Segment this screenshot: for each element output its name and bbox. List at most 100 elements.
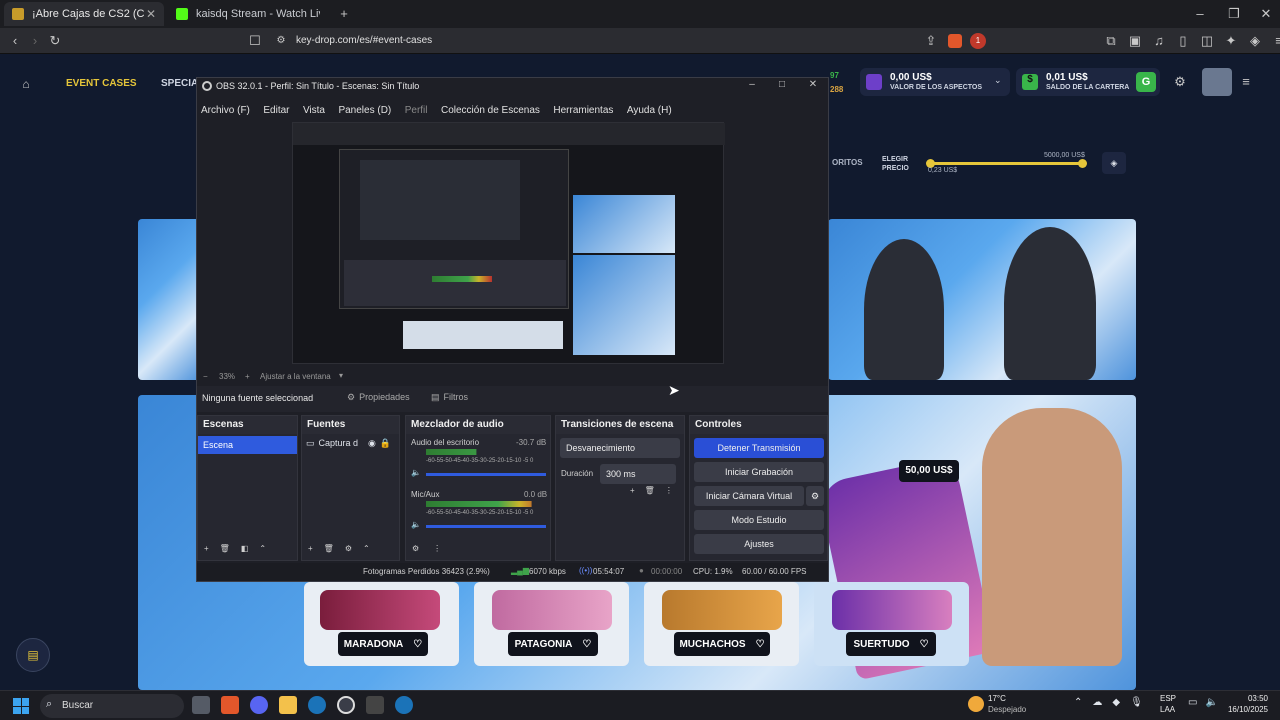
chat-icon[interactable]: ▤ bbox=[16, 638, 50, 672]
hamburger-icon[interactable]: ≡ bbox=[1236, 70, 1256, 94]
duration-input[interactable]: 300 ms bbox=[600, 464, 676, 484]
avatar[interactable] bbox=[1202, 68, 1232, 96]
menu-perfil[interactable]: Perfil bbox=[405, 105, 428, 116]
eraser-icon[interactable]: ◈ bbox=[1102, 152, 1126, 174]
url-text[interactable]: key-drop.com/es/#event-cases bbox=[296, 35, 432, 46]
menu-icon[interactable]: ≡ bbox=[1272, 33, 1280, 49]
mic-icon[interactable]: 🎙 bbox=[1130, 697, 1143, 708]
menu-coleccion[interactable]: Colección de Escenas bbox=[441, 105, 540, 116]
menu-paneles[interactable]: Paneles (D) bbox=[338, 105, 391, 116]
taskview-icon[interactable] bbox=[192, 696, 210, 714]
virtual-camera-button[interactable]: Iniciar Cámara Virtual bbox=[694, 486, 804, 506]
zoom-minus-icon[interactable]: − bbox=[203, 372, 208, 381]
network-icon[interactable]: ◆ bbox=[1112, 697, 1120, 708]
gear-icon[interactable]: ⚙ bbox=[412, 544, 419, 553]
menu-ayuda[interactable]: Ayuda (H) bbox=[627, 105, 672, 116]
extension-icon[interactable]: ⧉ bbox=[1104, 33, 1118, 49]
case-label-patagonia[interactable]: PATAGONIA ♡ bbox=[508, 632, 598, 656]
stop-streaming-button[interactable]: Detener Transmisión bbox=[694, 438, 824, 458]
screenshot-icon[interactable]: ▣ bbox=[1128, 33, 1142, 49]
lock-icon[interactable]: 🔒 bbox=[380, 438, 391, 449]
heart-icon[interactable]: ♡ bbox=[582, 639, 591, 650]
trash-icon[interactable]: 🗑 bbox=[645, 486, 655, 495]
bookmark-icon[interactable]: ☐ bbox=[246, 29, 264, 53]
brave-icon[interactable] bbox=[221, 696, 239, 714]
share-icon[interactable]: ⇪ bbox=[922, 29, 940, 53]
case-label-maradona[interactable]: MARADONA ♡ bbox=[338, 632, 428, 656]
maximize-icon[interactable]: ❐ bbox=[1224, 2, 1244, 26]
heart-icon[interactable]: ♡ bbox=[756, 639, 765, 650]
tab-keydrop[interactable]: ¡Abre Cajas de CS2 (CS:GO), Gan ✕ bbox=[4, 2, 164, 26]
windows-start-icon[interactable] bbox=[13, 698, 29, 714]
region[interactable]: LAA bbox=[1160, 705, 1175, 714]
favorites-filter[interactable]: ORITOS bbox=[832, 158, 863, 167]
close-window-icon[interactable]: ✕ bbox=[1256, 2, 1276, 26]
source-item[interactable]: ▭ Captura d ◉ 🔒 bbox=[306, 438, 391, 449]
chevron-up-icon[interactable]: ⌃ bbox=[1074, 697, 1082, 708]
up-icon[interactable]: ⌃ bbox=[259, 544, 266, 553]
filter-icon[interactable]: ◧ bbox=[241, 544, 249, 553]
sidebar-icon[interactable]: ▯ bbox=[1176, 33, 1190, 49]
ai-icon[interactable]: ✦ bbox=[1224, 33, 1238, 49]
cloud-icon[interactable]: ☁ bbox=[1092, 697, 1102, 708]
nav-event-cases[interactable]: EVENT CASES bbox=[66, 78, 137, 89]
app-icon[interactable] bbox=[366, 696, 384, 714]
add-icon[interactable]: + bbox=[204, 544, 209, 553]
eye-icon[interactable]: ◉ bbox=[368, 438, 376, 449]
forward-icon[interactable]: › bbox=[26, 29, 44, 53]
gear-icon[interactable]: ⚙ bbox=[345, 544, 352, 553]
steam-icon[interactable] bbox=[308, 696, 326, 714]
site-info-icon[interactable]: ⚙ bbox=[272, 29, 290, 53]
language[interactable]: ESP bbox=[1160, 694, 1176, 703]
brave-rewards-badge[interactable]: 1 bbox=[970, 33, 986, 49]
menu-editar[interactable]: Editar bbox=[263, 105, 289, 116]
obs-preview-canvas[interactable] bbox=[292, 122, 725, 364]
featured-card-left[interactable] bbox=[138, 219, 200, 380]
transition-select[interactable]: Desvanecimiento bbox=[560, 438, 680, 458]
home-icon[interactable]: ⌂ bbox=[16, 72, 36, 96]
clock-date[interactable]: 16/10/2025 bbox=[1218, 705, 1268, 714]
obs-maximize-icon[interactable]: □ bbox=[775, 73, 789, 97]
clock-time[interactable]: 03:50 bbox=[1228, 694, 1268, 703]
steam-icon[interactable] bbox=[395, 696, 413, 714]
deposit-button[interactable]: G bbox=[1136, 72, 1156, 92]
add-icon[interactable]: + bbox=[308, 544, 313, 553]
volume-icon[interactable]: 🔈 bbox=[1205, 697, 1217, 708]
filters-button[interactable]: ▤ Filtros bbox=[431, 392, 468, 403]
case-label-muchachos[interactable]: MUCHACHOS ♡ bbox=[674, 632, 770, 656]
menu-archivo[interactable]: Archivo (F) bbox=[201, 105, 250, 116]
new-tab-icon[interactable]: + bbox=[334, 2, 354, 26]
up-icon[interactable]: ⌃ bbox=[363, 544, 370, 553]
back-icon[interactable]: ‹ bbox=[6, 29, 24, 53]
obs-close-icon[interactable]: ✕ bbox=[806, 73, 820, 97]
add-icon[interactable]: + bbox=[630, 486, 635, 495]
reload-icon[interactable]: ↻ bbox=[46, 29, 64, 53]
trash-icon[interactable]: 🗑 bbox=[324, 544, 334, 553]
weather-icon[interactable] bbox=[968, 696, 984, 712]
more-icon[interactable]: ⋮ bbox=[665, 486, 673, 495]
volume-slider[interactable] bbox=[426, 525, 546, 528]
taskbar-search[interactable]: ⌕ Buscar bbox=[40, 694, 184, 718]
speaker-icon[interactable]: 🔈 bbox=[411, 520, 421, 529]
more-icon[interactable]: ⋮ bbox=[433, 544, 441, 553]
settings-button[interactable]: Ajustes bbox=[694, 534, 824, 554]
case-label-suertudo[interactable]: SUERTUDO ♡ bbox=[846, 632, 936, 656]
wallet-box[interactable]: $ 0,01 US$ SALDO DE LA CARTERA G bbox=[1016, 68, 1160, 96]
wallet-icon[interactable]: ◫ bbox=[1200, 33, 1214, 49]
vpn-icon[interactable]: ◈ bbox=[1248, 33, 1262, 49]
fit-dropdown-icon[interactable]: ▾ bbox=[339, 371, 343, 380]
zoom-plus-icon[interactable]: + bbox=[245, 372, 250, 381]
settings-gear-icon[interactable]: ⚙ bbox=[1170, 70, 1190, 94]
price-slider-max-handle[interactable] bbox=[1078, 159, 1087, 168]
heart-icon[interactable]: ♡ bbox=[413, 639, 422, 650]
price-slider[interactable] bbox=[930, 162, 1082, 165]
properties-button[interactable]: ⚙ Propiedades bbox=[347, 392, 410, 403]
obs-minimize-icon[interactable]: – bbox=[745, 73, 759, 97]
close-tab-icon[interactable]: ✕ bbox=[146, 7, 156, 21]
speaker-icon[interactable]: 🔈 bbox=[411, 468, 421, 477]
brave-shield-icon[interactable] bbox=[948, 34, 962, 48]
start-recording-button[interactable]: Iniciar Grabación bbox=[694, 462, 824, 482]
tab-kick[interactable]: kaisdq Stream - Watch Live on Kick bbox=[168, 2, 328, 26]
menu-vista[interactable]: Vista bbox=[303, 105, 325, 116]
trash-icon[interactable]: 🗑 bbox=[220, 544, 230, 553]
